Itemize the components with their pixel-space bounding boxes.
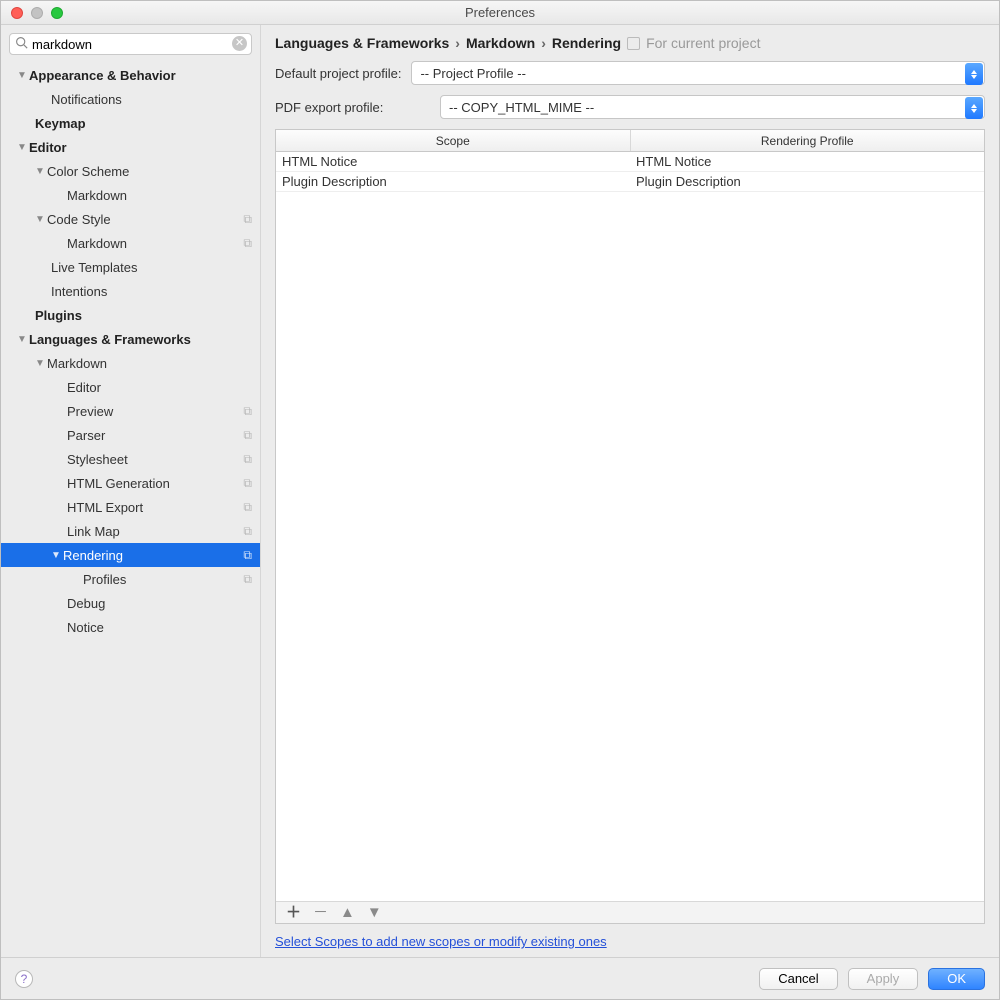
th-scope[interactable]: Scope xyxy=(276,130,631,151)
main-panel: Languages & Frameworks › Markdown › Rend… xyxy=(261,25,999,957)
breadcrumb: Languages & Frameworks › Markdown › Rend… xyxy=(275,35,985,51)
copy-icon: ⧉ xyxy=(243,428,252,443)
preferences-window: Preferences ✕ ▼Appearance & Behavior Not… xyxy=(0,0,1000,1000)
cancel-button[interactable]: Cancel xyxy=(759,968,837,990)
th-profile[interactable]: Rendering Profile xyxy=(631,130,985,151)
clear-search-icon[interactable]: ✕ xyxy=(232,36,247,51)
ok-button[interactable]: OK xyxy=(928,968,985,990)
select-scopes-link[interactable]: Select Scopes to add new scopes or modif… xyxy=(275,934,607,949)
tree-codestyle[interactable]: ▼Code Style⧉ xyxy=(1,207,260,231)
pdf-export-profile-label: PDF export profile: xyxy=(275,100,430,115)
copy-icon: ⧉ xyxy=(243,452,252,467)
help-button[interactable]: ? xyxy=(15,970,33,988)
copy-icon: ⧉ xyxy=(243,572,252,587)
window-title: Preferences xyxy=(1,5,999,20)
tree-md-htmlexp[interactable]: HTML Export⧉ xyxy=(1,495,260,519)
cell-profile: HTML Notice xyxy=(630,152,984,171)
footer: ? Cancel Apply OK xyxy=(1,957,999,999)
select-value: -- Project Profile -- xyxy=(420,66,525,81)
move-up-button[interactable]: ▲ xyxy=(340,905,355,920)
copy-icon: ⧉ xyxy=(243,476,252,491)
copy-icon: ⧉ xyxy=(243,524,252,539)
tree-notifications[interactable]: Notifications xyxy=(1,87,260,111)
tree-md-linkmap[interactable]: Link Map⧉ xyxy=(1,519,260,543)
select-value: -- COPY_HTML_MIME -- xyxy=(449,100,594,115)
tree-appearance[interactable]: ▼Appearance & Behavior xyxy=(1,63,260,87)
pdf-export-profile-select[interactable]: -- COPY_HTML_MIME -- xyxy=(440,95,985,119)
breadcrumb-b: Markdown xyxy=(466,35,535,51)
search-icon xyxy=(15,36,28,52)
tree: ▼Appearance & Behavior Notifications Key… xyxy=(1,61,260,957)
dropdown-icon xyxy=(965,97,983,119)
chevron-right-icon: › xyxy=(541,35,546,51)
move-down-button[interactable]: ▼ xyxy=(367,905,382,920)
table-body: HTML Notice HTML Notice Plugin Descripti… xyxy=(276,152,984,901)
copy-icon: ⧉ xyxy=(243,548,252,563)
table-header: Scope Rendering Profile xyxy=(276,130,984,152)
copy-icon: ⧉ xyxy=(243,404,252,419)
table-row[interactable]: Plugin Description Plugin Description xyxy=(276,172,984,192)
tree-colorscheme[interactable]: ▼Color Scheme xyxy=(1,159,260,183)
cell-profile: Plugin Description xyxy=(630,172,984,191)
footer-buttons: Cancel Apply OK xyxy=(759,968,985,990)
add-button[interactable]: ＋ xyxy=(286,905,301,920)
tree-cs-markdown[interactable]: Markdown xyxy=(1,183,260,207)
tree-md-stylesheet[interactable]: Stylesheet⧉ xyxy=(1,447,260,471)
body: ✕ ▼Appearance & Behavior Notifications K… xyxy=(1,25,999,957)
search-input[interactable] xyxy=(9,33,252,55)
tree-keymap[interactable]: Keymap xyxy=(1,111,260,135)
pdf-export-profile-row: PDF export profile: -- COPY_HTML_MIME -- xyxy=(275,95,985,119)
breadcrumb-project: For current project xyxy=(646,35,760,51)
tree-md-rendering[interactable]: ▼Rendering⧉ xyxy=(1,543,260,567)
tree-md-preview[interactable]: Preview⧉ xyxy=(1,399,260,423)
tree-editor[interactable]: ▼Editor xyxy=(1,135,260,159)
table-row[interactable]: HTML Notice HTML Notice xyxy=(276,152,984,172)
dropdown-icon xyxy=(965,63,983,85)
search-box: ✕ xyxy=(9,33,252,55)
scopes-table: Scope Rendering Profile HTML Notice HTML… xyxy=(275,129,985,924)
tree-md-profiles[interactable]: Profiles⧉ xyxy=(1,567,260,591)
tree-md-editor[interactable]: Editor xyxy=(1,375,260,399)
scopes-link-row: Select Scopes to add new scopes or modif… xyxy=(275,934,985,949)
default-project-profile-row: Default project profile: -- Project Prof… xyxy=(275,61,985,85)
default-project-profile-label: Default project profile: xyxy=(275,66,401,81)
tree-csty-markdown[interactable]: Markdown⧉ xyxy=(1,231,260,255)
breadcrumb-a: Languages & Frameworks xyxy=(275,35,449,51)
cell-scope: HTML Notice xyxy=(276,152,630,171)
copy-icon: ⧉ xyxy=(243,212,252,227)
tree-langfw[interactable]: ▼Languages & Frameworks xyxy=(1,327,260,351)
chevron-right-icon: › xyxy=(455,35,460,51)
default-project-profile-select[interactable]: -- Project Profile -- xyxy=(411,61,985,85)
table-toolbar: ＋ － ▲ ▼ xyxy=(276,901,984,923)
tree-md-htmlgen[interactable]: HTML Generation⧉ xyxy=(1,471,260,495)
tree-livetemplates[interactable]: Live Templates xyxy=(1,255,260,279)
copy-icon: ⧉ xyxy=(243,500,252,515)
tree-markdown[interactable]: ▼Markdown xyxy=(1,351,260,375)
tree-md-parser[interactable]: Parser⧉ xyxy=(1,423,260,447)
tree-md-debug[interactable]: Debug xyxy=(1,591,260,615)
breadcrumb-c: Rendering xyxy=(552,35,621,51)
copy-icon: ⧉ xyxy=(243,236,252,251)
remove-button[interactable]: － xyxy=(313,905,328,920)
titlebar: Preferences xyxy=(1,1,999,25)
cell-scope: Plugin Description xyxy=(276,172,630,191)
tree-intentions[interactable]: Intentions xyxy=(1,279,260,303)
apply-button[interactable]: Apply xyxy=(848,968,919,990)
tree-md-notice[interactable]: Notice xyxy=(1,615,260,639)
sidebar: ✕ ▼Appearance & Behavior Notifications K… xyxy=(1,25,261,957)
tree-plugins[interactable]: Plugins xyxy=(1,303,260,327)
project-icon xyxy=(627,37,640,50)
